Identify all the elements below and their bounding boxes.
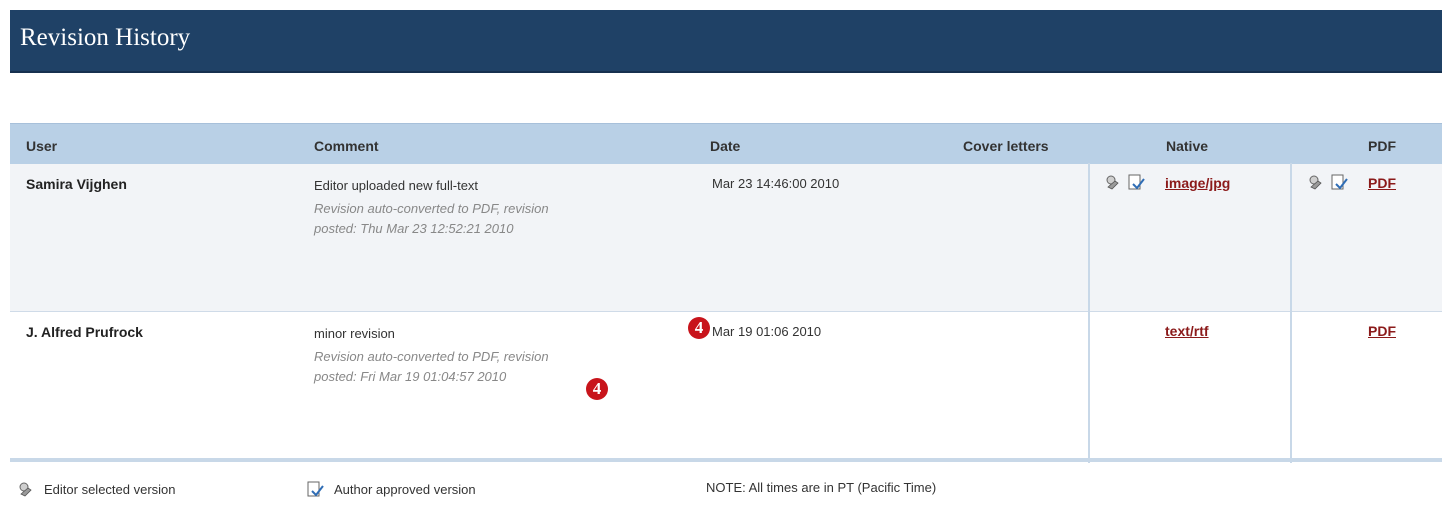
editor-selected-icon	[1106, 175, 1119, 190]
table-bottom-border	[10, 458, 1442, 462]
row-date: Mar 19 01:06 2010	[712, 324, 822, 339]
pdf-file-link[interactable]: PDF	[1368, 323, 1396, 339]
column-divider	[1290, 163, 1292, 463]
annotation-badge: 4	[688, 317, 710, 339]
row-comment: Editor uploaded new full-text	[314, 178, 479, 193]
legend-editor-selected-label: Editor selected version	[44, 481, 176, 497]
column-header-comment: Comment	[314, 138, 379, 154]
page-title: Revision History	[20, 24, 191, 51]
native-icons	[1105, 173, 1146, 191]
row-user: J. Alfred Prufrock	[26, 324, 143, 340]
table-row: Samira Vijghen Editor uploaded new full-…	[10, 164, 1442, 312]
legend-author-approved: Author approved version	[306, 480, 476, 498]
pdf-file-link[interactable]: PDF	[1368, 175, 1396, 191]
row-user: Samira Vijghen	[26, 176, 127, 192]
legend-author-approved-label: Author approved version	[334, 481, 476, 497]
title-bar: Revision History	[10, 10, 1442, 73]
revision-history-panel: Revision History User Comment Date Cover…	[10, 10, 1442, 505]
column-header-pdf: PDF	[1368, 138, 1396, 154]
row-comment-note: Revision auto-converted to PDF, revision…	[314, 349, 549, 384]
row-date: Mar 23 14:46:00 2010	[712, 176, 840, 191]
author-approved-icon	[1128, 174, 1146, 190]
annotation-badge: 4	[586, 378, 608, 400]
editor-selected-icon	[1309, 175, 1322, 190]
revision-table: User Comment Date Cover letters Native P…	[10, 123, 1442, 460]
column-header-cover-letters: Cover letters	[963, 138, 1049, 154]
column-header-user: User	[26, 138, 58, 154]
pdf-icons	[1308, 173, 1349, 191]
row-comment: minor revision	[314, 326, 395, 341]
column-header-date: Date	[710, 138, 741, 154]
editor-selected-icon	[19, 482, 32, 497]
native-file-link[interactable]: image/jpg	[1165, 175, 1230, 191]
table-header: User Comment Date Cover letters Native P…	[10, 123, 1442, 164]
row-comment-note: Revision auto-converted to PDF, revision…	[314, 201, 549, 236]
author-approved-icon	[1331, 174, 1349, 190]
native-file-link[interactable]: text/rtf	[1165, 323, 1209, 339]
column-divider	[1088, 163, 1090, 463]
legend-editor-selected: Editor selected version	[18, 480, 176, 498]
timezone-note: NOTE: All times are in PT (Pacific Time)	[706, 480, 937, 495]
column-header-native: Native	[1166, 138, 1209, 154]
author-approved-icon	[307, 481, 324, 497]
table-row: J. Alfred Prufrock minor revision Revisi…	[10, 312, 1442, 460]
